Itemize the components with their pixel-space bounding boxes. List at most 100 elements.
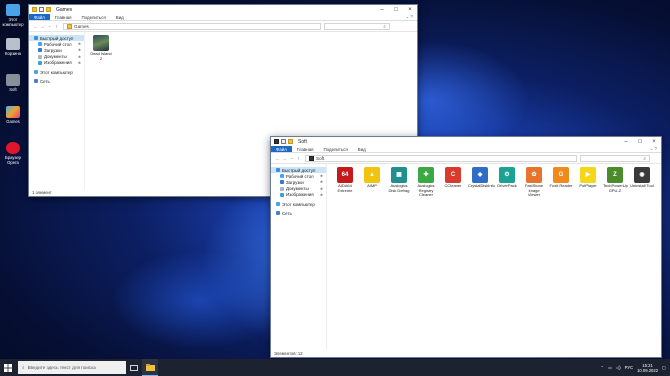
start-button[interactable] <box>0 359 16 376</box>
file-item[interactable]: ⚙ DriverPack <box>495 167 519 189</box>
recent-locations-button[interactable]: ⌄ <box>288 155 295 161</box>
file-item[interactable]: C CCleaner <box>441 167 465 189</box>
ribbon-tabs: Файл Главная Поделиться Вид ⌄ ? <box>29 14 417 21</box>
search-input[interactable]: ⌕ <box>324 22 390 30</box>
minimize-button[interactable]: – <box>619 137 633 146</box>
forward-button[interactable]: → <box>281 156 288 161</box>
desktop-icon-soft[interactable]: Soft <box>2 74 24 93</box>
explorer-window-soft[interactable]: Soft – □ × Файл Главная Поделиться Вид ⌄… <box>270 136 662 358</box>
tab-view[interactable]: Вид <box>111 14 129 20</box>
file-item[interactable]: ▦ Auslogics Disk Defrag <box>387 167 411 193</box>
language-indicator[interactable]: РУС <box>625 365 633 370</box>
nav-images[interactable]: Изображения ✱ <box>29 60 84 66</box>
address-bar-row: ← → ⌄ ↑ Games ⌕ <box>29 21 417 32</box>
network-icon[interactable]: ▭ <box>608 365 612 370</box>
maximize-button[interactable]: □ <box>633 137 647 146</box>
new-folder-icon[interactable] <box>288 139 293 144</box>
file-item[interactable]: Dead Island 2 <box>89 35 113 61</box>
star-icon <box>276 168 280 173</box>
clock[interactable]: 15:21 10.09.2022 <box>637 363 658 373</box>
properties-icon[interactable] <box>39 7 44 12</box>
navigation-pane: Быстрый доступ Рабочий стол ✱ Загрузки ✱ Д… <box>29 32 85 189</box>
opera-icon <box>6 142 20 154</box>
close-button[interactable]: × <box>647 137 661 146</box>
up-button[interactable]: ↑ <box>295 156 302 161</box>
file-name: TechPowerUp GPU-Z <box>603 183 628 193</box>
back-button[interactable]: ← <box>274 156 281 161</box>
search-input[interactable]: ⌕ <box>580 154 650 162</box>
app-icon: Z <box>607 167 623 183</box>
chevron-down-icon[interactable]: ⌄ ? <box>650 146 657 152</box>
taskbar: ⌕ Введите здесь текст для поиска ⌃ ▭ ◁) … <box>0 359 670 376</box>
games-icon <box>6 106 20 118</box>
pin-icon: ✱ <box>77 42 81 47</box>
pin-icon: ✱ <box>319 192 323 197</box>
pin-icon: ✱ <box>319 180 323 185</box>
taskbar-explorer-button[interactable] <box>142 359 158 376</box>
title-bar[interactable]: Games – □ × <box>29 5 417 14</box>
tab-file[interactable]: Файл <box>271 146 292 152</box>
desktop-icon-games[interactable]: Games <box>2 106 24 125</box>
app-icon: ▲ <box>364 167 380 183</box>
task-view-button[interactable] <box>126 359 142 376</box>
drive-icon <box>274 139 279 144</box>
desktop-icon-this-pc[interactable]: Этот компьютер <box>2 4 24 28</box>
notifications-icon[interactable]: ▢ <box>662 365 666 370</box>
back-button[interactable]: ← <box>32 24 39 29</box>
volume-icon[interactable]: ◁) <box>616 365 621 370</box>
nav-network[interactable]: Сеть <box>29 78 84 84</box>
app-icon: ◆ <box>472 167 488 183</box>
recent-locations-button[interactable]: ⌄ <box>46 23 53 29</box>
file-item[interactable]: ▲ AIMP <box>360 167 384 189</box>
file-item[interactable]: ◉ Uninstall Tool <box>630 167 654 189</box>
title-bar[interactable]: Soft – □ × <box>271 137 661 146</box>
file-item[interactable]: ▶ PotPlayer <box>576 167 600 189</box>
up-button[interactable]: ↑ <box>53 24 60 29</box>
chevron-up-icon[interactable]: ⌃ <box>601 365 605 370</box>
file-item[interactable]: ◆ CrystalDiskInfo <box>468 167 495 189</box>
pin-icon: ✱ <box>319 186 323 191</box>
tab-view[interactable]: Вид <box>353 146 371 152</box>
file-item[interactable]: Z TechPowerUp GPU-Z <box>603 167 628 193</box>
nav-this-pc[interactable]: Этот компьютер <box>271 201 326 207</box>
drive-icon <box>6 74 20 86</box>
desktop-icon <box>38 42 42 47</box>
address-field[interactable]: Games <box>63 22 321 30</box>
close-button[interactable]: × <box>403 5 417 14</box>
desktop-icon-recycle-bin[interactable]: Корзина <box>2 38 24 57</box>
file-item[interactable]: ✿ FastStone Image Viewer <box>522 167 546 198</box>
file-name: Auslogics Disk Defrag <box>388 183 410 193</box>
file-name: CrystalDiskInfo <box>468 183 495 188</box>
windows-icon <box>4 363 12 372</box>
tab-share[interactable]: Поделиться <box>77 14 111 20</box>
file-name: CCleaner <box>444 183 462 188</box>
maximize-button[interactable]: □ <box>389 5 403 14</box>
search-icon: ⌕ <box>383 23 386 29</box>
nav-images[interactable]: Изображения ✱ <box>271 192 326 198</box>
game-icon <box>93 35 109 51</box>
file-item[interactable]: ✚ Auslogics Registry Cleaner <box>414 167 438 198</box>
tab-home[interactable]: Главная <box>292 146 319 152</box>
forward-button[interactable]: → <box>39 24 46 29</box>
nav-this-pc[interactable]: Этот компьютер <box>29 69 84 75</box>
minimize-button[interactable]: – <box>375 5 389 14</box>
chevron-down-icon[interactable]: ⌄ ? <box>406 14 413 20</box>
system-tray: ⌃ ▭ ◁) РУС 15:21 10.09.2022 ▢ <box>601 363 670 373</box>
app-icon: ⚙ <box>499 167 515 183</box>
new-folder-icon[interactable] <box>46 7 51 12</box>
download-icon <box>38 48 42 53</box>
recycle-bin-icon <box>6 38 20 50</box>
address-field[interactable]: Soft <box>305 154 577 162</box>
app-icon: 64 <box>337 167 353 183</box>
nav-network[interactable]: Сеть <box>271 210 326 216</box>
properties-icon[interactable] <box>281 139 286 144</box>
tab-home[interactable]: Главная <box>50 14 77 20</box>
tab-file[interactable]: Файл <box>29 14 50 20</box>
documents-icon <box>280 186 284 191</box>
desktop-icon-opera[interactable]: Браузер Opera <box>2 142 24 166</box>
taskbar-search-input[interactable]: ⌕ Введите здесь текст для поиска <box>18 361 126 374</box>
file-item[interactable]: G Foxit Reader <box>549 167 573 189</box>
file-name: Auslogics Registry Cleaner <box>417 183 435 198</box>
tab-share[interactable]: Поделиться <box>319 146 353 152</box>
file-item[interactable]: 64 AIDA64 Extreme <box>333 167 357 193</box>
